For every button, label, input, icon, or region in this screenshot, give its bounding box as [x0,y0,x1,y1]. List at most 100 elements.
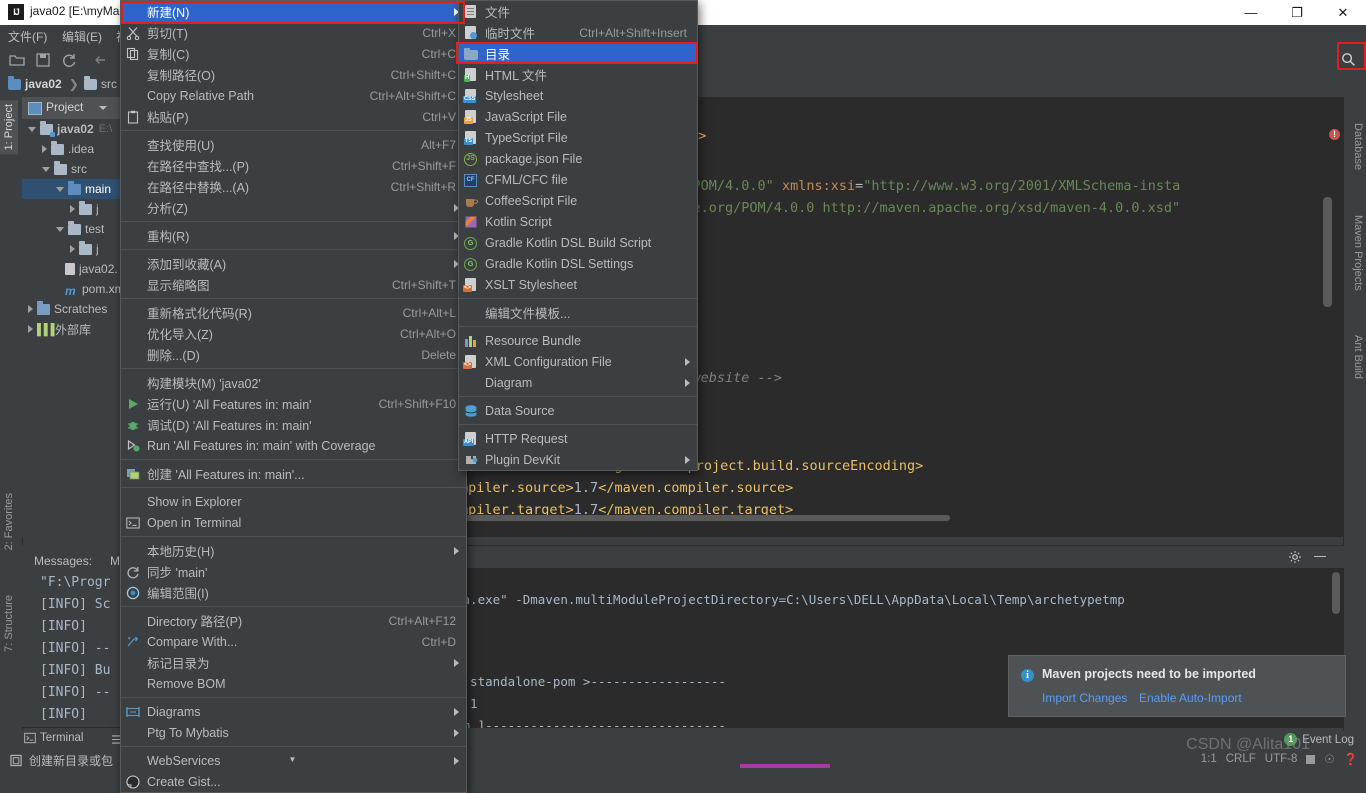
editor-scrollbar[interactable] [1323,197,1332,307]
menu-item-同步-main[interactable]: 同步 'main' [121,561,466,582]
menu-item-标记目录为[interactable]: 标记目录为 [121,652,466,673]
sidebar-item-maven-projects[interactable]: Maven Projects [1352,215,1364,291]
menu-item-directory-路径-p[interactable]: Directory 路径(P) Ctrl+Alt+F12 [121,610,466,631]
enable-auto-import-link[interactable]: Enable Auto-Import [1139,691,1242,705]
menu-item-分析-z[interactable]: 分析(Z) [121,197,466,218]
import-changes-link[interactable]: Import Changes [1042,691,1127,705]
menu-item-run-all-features-in-main-with-coverage[interactable]: Run 'All Features in: main' with Coverag… [121,435,466,456]
sidebar-item-database[interactable]: Database [1352,123,1364,170]
menu-item-在路径中替换-a[interactable]: 在路径中替换...(A) Ctrl+Shift+R [121,176,466,197]
chevron-down-icon[interactable] [56,186,64,192]
console-scrollbar[interactable] [1332,572,1340,614]
menu-item-resource-bundle[interactable]: Resource Bundle [459,330,697,351]
menu-item-本地历史-h[interactable]: 本地历史(H) [121,540,466,561]
menu-item-xslt-stylesheet[interactable]: <> XSLT Stylesheet [459,274,697,295]
chevron-right-icon[interactable] [70,245,75,253]
back-arrow-icon[interactable] [92,51,110,69]
chevron-right-icon[interactable] [28,325,33,333]
chevron-right-icon[interactable] [28,305,33,313]
menu-edit[interactable]: 编辑(E) [62,28,102,45]
sidebar-item-structure[interactable]: 7: Structure [0,591,18,656]
inspection-icon[interactable]: ☉ [1324,752,1334,766]
menu-item-create-gist[interactable]: Create Gist... [121,771,466,792]
menu-item-编辑文件模板[interactable]: 编辑文件模板... [459,302,697,323]
menu-item-compare-with[interactable]: Compare With... Ctrl+D [121,631,466,652]
menu-item-copy-relative-path[interactable]: Copy Relative Path Ctrl+Alt+Shift+C [121,85,466,106]
menu-item-open-in-terminal[interactable]: Open in Terminal [121,512,466,533]
chevron-down-icon[interactable] [42,166,50,172]
menu-item-删除-d[interactable]: 删除...(D) Delete [121,344,466,365]
menu-item-构建模块-m-java02[interactable]: 构建模块(M) 'java02' [121,372,466,393]
menu-item-kotlin-script[interactable]: Kotlin Script [459,211,697,232]
menu-item-javascript-file[interactable]: JS JavaScript File [459,106,697,127]
caret-position[interactable]: 1:1 [1201,753,1217,765]
menu-item-html-文件[interactable]: H HTML 文件 [459,64,697,85]
menu-item-优化导入-z[interactable]: 优化导入(Z) Ctrl+Alt+O [121,323,466,344]
menu-item-运行-u-all-features-in-main[interactable]: 运行(U) 'All Features in: main' Ctrl+Shift+… [121,393,466,414]
menu-item-在路径中查找-p[interactable]: 在路径中查找...(P) Ctrl+Shift+F [121,155,466,176]
menu-item-data-source[interactable]: Data Source [459,400,697,421]
chevron-right-icon[interactable] [70,205,75,213]
chevron-down-icon[interactable] [99,106,107,110]
close-button[interactable]: ✕ [1320,0,1366,25]
menu-item-显示缩略图[interactable]: 显示缩略图 Ctrl+Shift+T [121,274,466,295]
menu-item-gradle-kotlin-dsl-settings[interactable]: G Gradle Kotlin DSL Settings [459,253,697,274]
search-icon[interactable] [1341,52,1356,67]
menu-item-文件[interactable]: 文件 [459,1,697,22]
menu-item-重新格式化代码-r[interactable]: 重新格式化代码(R) Ctrl+Alt+L [121,302,466,323]
menu-item-添加到收藏-a[interactable]: 添加到收藏(A) [121,253,466,274]
menu-item-复制路径-o[interactable]: 复制路径(O) Ctrl+Shift+C [121,64,466,85]
sidebar-item-project[interactable]: 1: Project [0,100,18,155]
new-submenu[interactable]: 文件 临时文件 Ctrl+Alt+Shift+Insert 目录 H HTML 文件 CSS… [458,0,698,471]
menu-item-创建-all-features-in-main[interactable]: 创建 'All Features in: main'... [121,463,466,484]
menu-item-coffeescript-file[interactable]: CoffeeScript File [459,190,697,211]
menu-item-复制-c[interactable]: 复制(C) Ctrl+C [121,43,466,64]
minimize-panel-icon[interactable] [1314,556,1326,557]
chevron-down-icon[interactable] [56,226,64,232]
breadcrumb-src[interactable]: src [84,75,117,91]
menu-item-新建-n[interactable]: 新建(N) [121,1,466,22]
context-menu[interactable]: 新建(N) 剪切(T) Ctrl+X 复制(C) Ctrl+C 复制路径(O) Ctrl+S… [120,0,467,793]
menu-item-目录[interactable]: 目录 [459,43,697,64]
menu-item-查找使用-u[interactable]: 查找使用(U) Alt+F7 [121,134,466,155]
breadcrumb-java02[interactable]: java02 ❯ [8,75,79,91]
chevron-down-icon[interactable] [28,126,36,132]
error-marker-icon[interactable]: ! [1329,129,1340,140]
minimize-button[interactable]: — [1228,0,1274,25]
lock-icon[interactable] [1306,754,1316,764]
menu-item-diagram[interactable]: Diagram [459,372,697,393]
menu-item-剪切-t[interactable]: 剪切(T) Ctrl+X [121,22,466,43]
sidebar-item-ant-build[interactable]: Ant Build [1352,335,1364,379]
context-menu-scroll-down-arrow[interactable]: ▼ [120,755,465,764]
open-folder-icon[interactable] [8,51,26,69]
menu-item-gradle-kotlin-dsl-build-script[interactable]: G Gradle Kotlin DSL Build Script [459,232,697,253]
gear-icon[interactable] [1288,550,1302,564]
menu-item-ptg-to-mybatis[interactable]: Ptg To Mybatis [121,722,466,743]
editor-horizontal-scrollbar[interactable] [460,515,950,521]
sync-refresh-icon[interactable] [60,51,78,69]
menu-item-remove-bom[interactable]: Remove BOM [121,673,466,694]
menu-item-cfml-cfc-file[interactable]: CF CFML/CFC file [459,169,697,190]
menu-item-xml-configuration-file[interactable]: <> XML Configuration File [459,351,697,372]
help-icon[interactable]: ❓ [1344,752,1358,766]
terminal-button[interactable]: Terminal [24,732,83,744]
menu-item-粘贴-p[interactable]: 粘贴(P) Ctrl+V [121,106,466,127]
file-encoding[interactable]: UTF-8 [1265,753,1298,765]
menu-item-plugin-devkit[interactable]: Plugin DevKit [459,449,697,470]
menu-item-调试-d-all-features-in-main[interactable]: 调试(D) 'All Features in: main' [121,414,466,435]
menu-item-typescript-file[interactable]: TS TypeScript File [459,127,697,148]
menu-item-编辑范围-i[interactable]: 编辑范围(I) [121,582,466,603]
menu-item-diagrams[interactable]: Diagrams [121,701,466,722]
menu-item-package-json-file[interactable]: JS package.json File [459,148,697,169]
save-all-icon[interactable] [34,51,52,69]
maximize-button[interactable]: ❐ [1274,0,1320,25]
menu-item-show-in-explorer[interactable]: Show in Explorer [121,491,466,512]
menu-item-stylesheet[interactable]: CSS Stylesheet [459,85,697,106]
menu-item-临时文件[interactable]: 临时文件 Ctrl+Alt+Shift+Insert [459,22,697,43]
menu-item-重构-r[interactable]: 重构(R) [121,225,466,246]
line-separator[interactable]: CRLF [1226,753,1256,765]
chevron-right-icon[interactable] [42,145,47,153]
sidebar-item-favorites[interactable]: 2: Favorites [0,489,18,554]
menu-file[interactable]: 文件(F) [8,28,47,45]
menu-item-http-request[interactable]: API HTTP Request [459,428,697,449]
